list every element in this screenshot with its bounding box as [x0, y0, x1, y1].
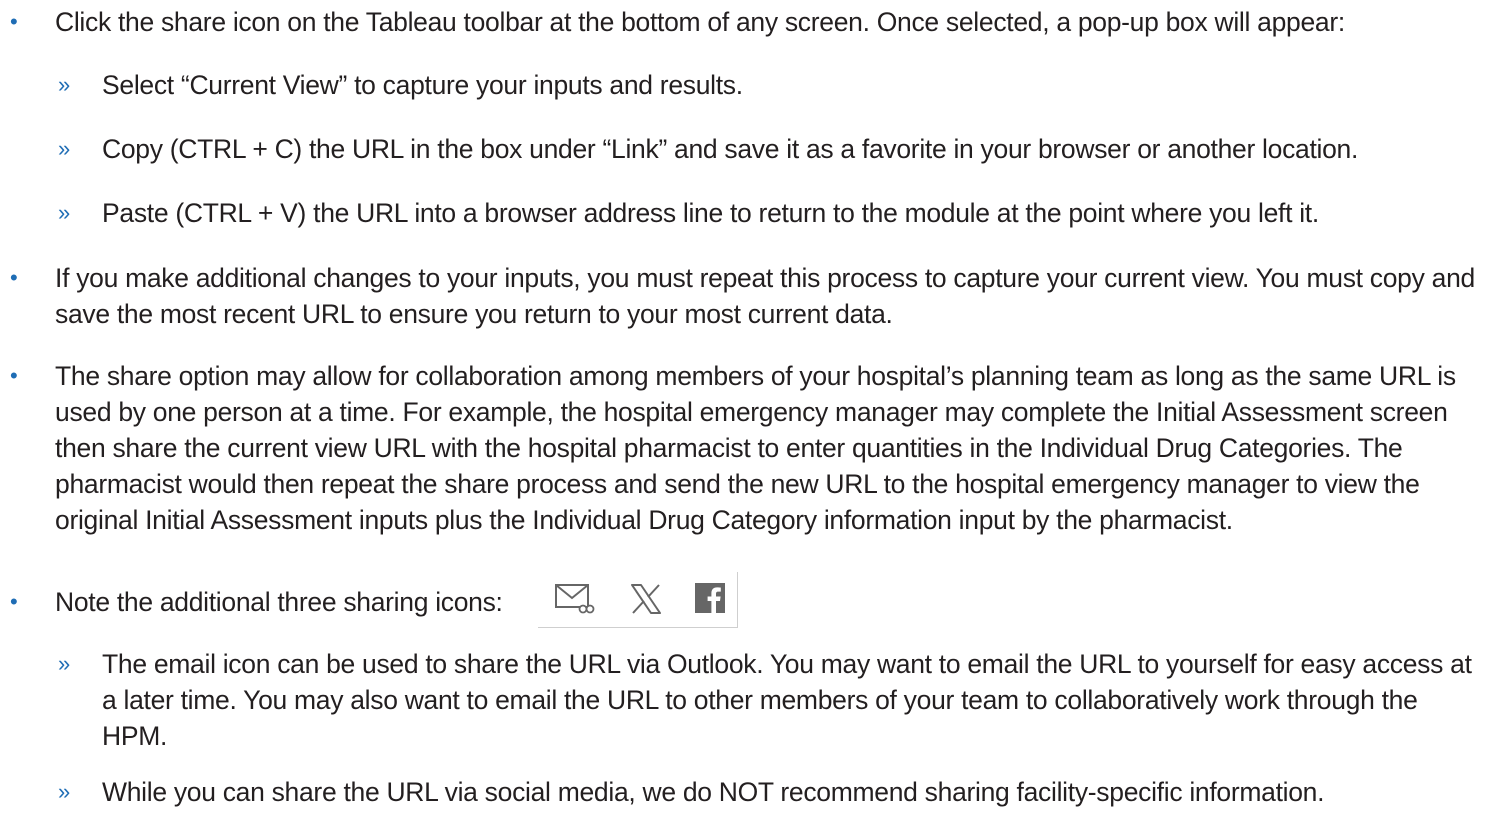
facebook-icon[interactable] — [694, 582, 726, 614]
bullet-marker: • — [10, 9, 18, 34]
sharing-icons-strip — [538, 572, 738, 628]
sub-bullet-text: Paste (CTRL + V) the URL into a browser … — [102, 198, 1319, 228]
sub-bullet-marker: » — [58, 779, 71, 804]
sub-bullet-marker: » — [58, 651, 71, 676]
bullet-text: Note the additional three sharing icons: — [55, 587, 503, 617]
bullet-marker: • — [10, 265, 18, 290]
bullet-marker: • — [10, 363, 18, 388]
bullet-marker: • — [10, 589, 18, 614]
sub-bullet-marker: » — [58, 72, 71, 97]
document-page: • Click the share icon on the Tableau to… — [0, 0, 1488, 824]
sub-bullet-text: While you can share the URL via social m… — [102, 777, 1325, 807]
bullet-text: If you make additional changes to your i… — [55, 263, 1475, 329]
bullet-text: Click the share icon on the Tableau tool… — [55, 7, 1345, 37]
x-icon[interactable] — [630, 584, 662, 614]
sub-bullet-text: Select “Current View” to capture your in… — [102, 70, 743, 100]
sub-bullet-text: Copy (CTRL + C) the URL in the box under… — [102, 134, 1359, 164]
bullet-text: The share option may allow for collabora… — [55, 361, 1456, 535]
sub-bullet-marker: » — [58, 200, 71, 225]
sub-bullet-text: The email icon can be used to share the … — [102, 649, 1472, 751]
sub-bullet-marker: » — [58, 136, 71, 161]
email-link-icon[interactable] — [554, 582, 596, 616]
